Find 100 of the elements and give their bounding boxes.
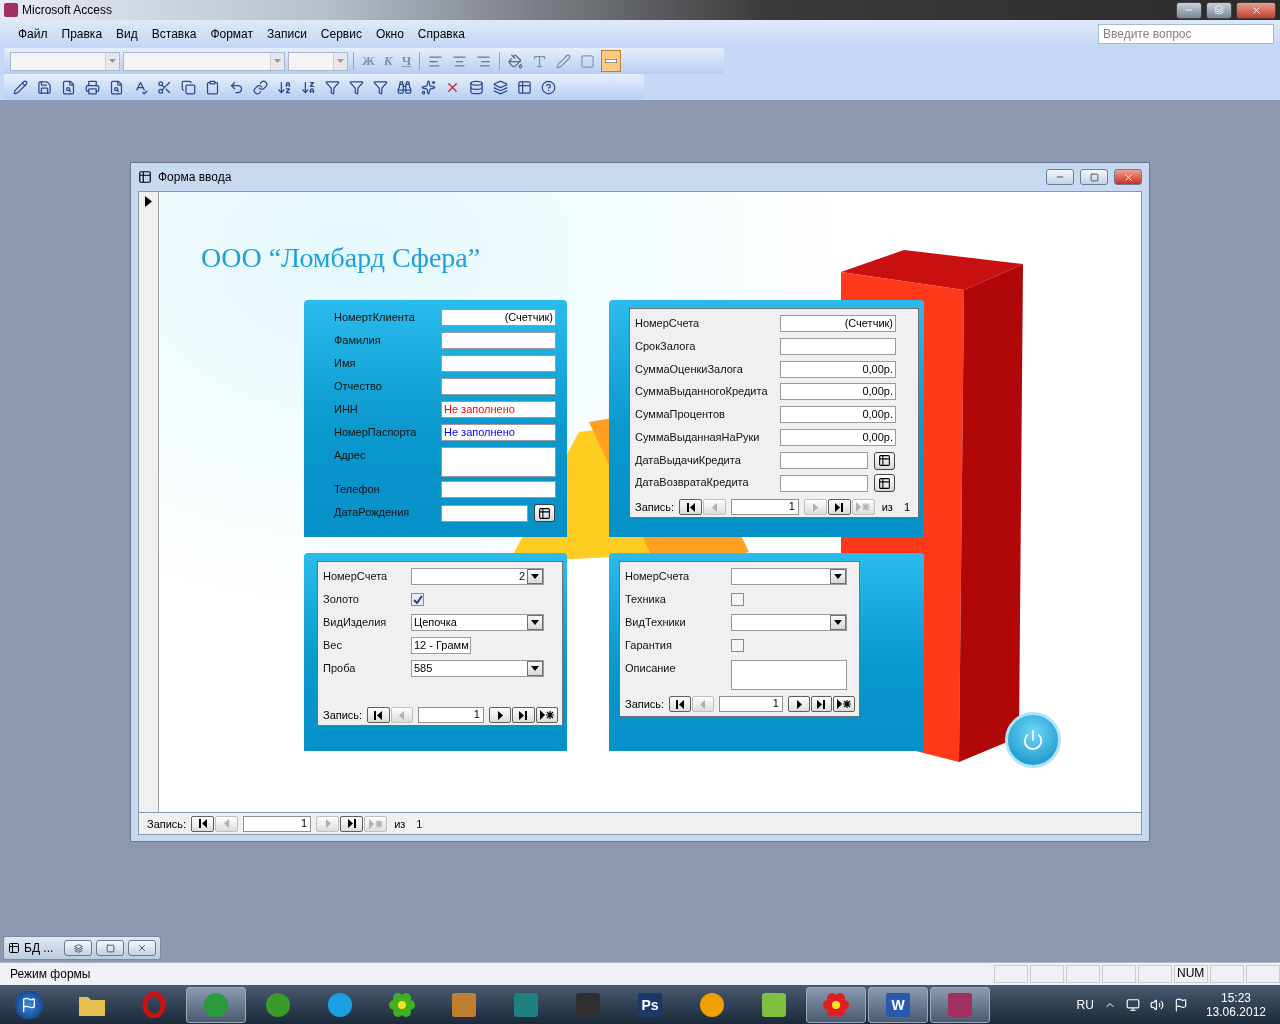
new-record-button[interactable] [833,696,855,712]
menu-item[interactable]: Файл [12,25,54,43]
dropdown-field[interactable] [731,614,847,631]
field-label: СуммаОценкиЗалога [635,361,744,375]
input-field[interactable]: (Счетчик) [780,315,896,332]
dropdown-field[interactable] [288,51,348,71]
binoculars-icon [397,79,412,95]
dropdown-field[interactable] [731,568,847,585]
last-record-button[interactable] [512,707,535,723]
record-number-field[interactable]: 1 [243,815,312,832]
input-field[interactable]: 0,00р. [780,406,896,424]
minimize-button[interactable] [1176,1,1202,19]
minimize-button[interactable] [1046,169,1074,185]
record-number-field[interactable]: 1 [731,499,799,516]
language-indicator[interactable]: RU [1076,997,1094,1012]
line-style-button[interactable] [601,50,622,72]
input-field[interactable] [441,378,556,395]
next-record-button[interactable] [787,696,810,712]
menu-item[interactable]: Справка [411,25,471,43]
first-record-button[interactable] [679,499,703,516]
menu-item[interactable]: Записи [261,25,313,43]
last-record-button[interactable] [340,815,364,832]
menu-item[interactable]: Окно [369,25,410,43]
next-record-button[interactable] [488,707,512,723]
dropdown-field[interactable] [123,51,285,71]
field-label: СуммаВыданнаяНаРуки [635,429,761,443]
maximize-button[interactable] [1080,169,1108,185]
caret-icon [337,59,344,63]
close-button[interactable] [1236,1,1276,19]
menu-item[interactable]: Формат [204,25,260,43]
input-field[interactable]: 0,00р. [780,383,896,401]
input-field[interactable]: Не заполнено [441,424,556,441]
calendar-button[interactable] [874,451,895,470]
restore-button[interactable] [1206,1,1232,19]
checkbox[interactable] [731,639,744,652]
menu-item[interactable]: Правка [55,25,109,43]
power-button[interactable] [1005,712,1061,768]
last-record-button[interactable] [810,696,833,712]
input-field[interactable] [441,481,556,498]
taskbar-button[interactable] [806,986,866,1023]
input-field[interactable]: 12 - Грамм [411,637,471,654]
clock[interactable]: 15:23 13.06.2012 [1205,990,1266,1019]
input-field[interactable]: (Счетчик) [441,309,556,326]
menu-item[interactable]: Сервис [314,25,368,43]
network-icon[interactable] [1125,997,1140,1012]
record-total: 1 [416,817,423,830]
field-label: ВидТехники [625,615,687,628]
input-field[interactable]: 0,00р. [780,360,896,378]
taskbar-button[interactable]: W [868,986,928,1023]
dropdown-field[interactable] [10,51,120,71]
maximize-button[interactable] [96,940,124,956]
arrow-icon [685,502,696,512]
sort-ascending-icon [277,79,292,95]
input-field[interactable]: Не заполнено [441,401,556,418]
company-heading: ООО “Ломбард Сфера” [201,242,481,274]
date-field[interactable] [780,474,868,492]
record-number-field[interactable]: 1 [417,707,484,723]
arrow-icon [518,710,529,720]
dropdown-field[interactable]: 2 [411,568,544,585]
flag-icon[interactable] [1173,997,1188,1012]
input-field[interactable] [441,332,556,349]
first-record-button[interactable] [669,696,691,712]
first-record-button[interactable] [367,707,390,723]
filter-form-icon [349,79,364,95]
taskbar-button[interactable]: Ps [620,986,680,1023]
date-field[interactable] [780,452,868,470]
record-number-field[interactable]: 1 [718,696,783,712]
calendar-button[interactable] [874,474,895,493]
text-area[interactable] [731,660,847,690]
checkbox[interactable] [411,593,424,606]
volume-icon[interactable] [1149,997,1164,1012]
dropdown-field[interactable]: Цепочка [411,614,544,631]
scissors-icon [157,79,172,95]
arrow-icon [698,699,707,709]
caret-icon [274,59,281,63]
input-field[interactable] [441,355,556,372]
date-field[interactable] [441,504,528,522]
input-field[interactable] [780,337,896,355]
first-record-button[interactable] [191,815,215,832]
arrow-icon [373,710,384,720]
text-area[interactable] [441,447,556,477]
field-label: Телефон [334,482,381,495]
dropdown-field[interactable]: 585 [411,660,544,677]
arrow-icon [811,502,820,512]
checkbox[interactable] [731,593,744,606]
caret-icon [531,620,539,625]
arrow-icon [496,710,505,720]
last-record-button[interactable] [827,499,851,516]
menu-item[interactable]: Вид [110,25,144,43]
help-search-field[interactable]: Введите вопрос [1098,24,1274,44]
menu-item[interactable]: Вставка [145,25,203,43]
new-record-button[interactable] [535,707,558,723]
calendar-button[interactable] [534,504,555,522]
close-button[interactable] [1114,169,1142,185]
input-field[interactable]: 0,00р. [780,428,896,446]
field-label: НомерСчета [635,316,701,329]
link-icon [253,79,268,95]
line-icon [605,59,618,63]
close-button[interactable] [128,940,156,956]
caret-icon [109,59,116,63]
